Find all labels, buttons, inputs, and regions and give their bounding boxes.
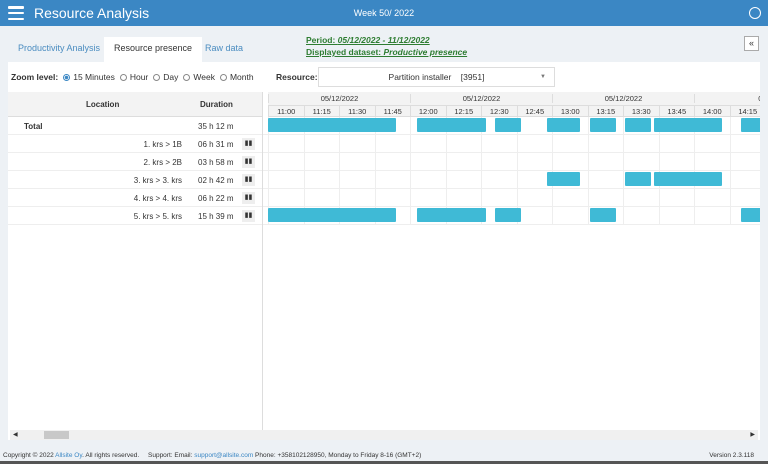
week-label: Week 50/ 2022	[353, 8, 415, 18]
time-header: 11:45	[374, 105, 410, 116]
zoom-option-label[interactable]: 15 Minutes	[73, 72, 115, 82]
date-header: 05/12/2022	[410, 94, 552, 103]
presence-bar[interactable]	[495, 118, 522, 132]
presence-bar[interactable]	[268, 208, 396, 222]
zoom-level: Zoom level: 15 Minutes Hour Day Week Month	[11, 72, 254, 82]
time-header: 12:15	[445, 105, 481, 116]
time-header: 12:30	[481, 105, 517, 116]
time-header: 12:00	[410, 105, 446, 116]
resource-select[interactable]: Partition installer [3951] ▼	[318, 67, 555, 87]
duration: 35 h 12 m	[198, 122, 234, 131]
timeline-grid	[268, 117, 760, 225]
zoom-radio[interactable]	[153, 74, 161, 81]
period-info: Period: 05/12/2022 - 11/12/2022 Displaye…	[306, 34, 467, 58]
table-header: Location Duration	[8, 92, 262, 117]
presence-bar[interactable]	[589, 208, 616, 222]
zoom-radio[interactable]	[63, 74, 71, 81]
location: Total	[24, 122, 43, 131]
user-icon[interactable]	[749, 7, 761, 19]
presence-bar[interactable]	[625, 118, 652, 132]
date-header: 05/1	[694, 94, 760, 103]
zoom-radio[interactable]	[119, 74, 127, 81]
presence-bar[interactable]	[653, 172, 723, 186]
duration: 06 h 31 m	[198, 140, 234, 149]
presence-bar[interactable]	[417, 208, 486, 222]
presence-bar[interactable]	[417, 118, 486, 132]
location: 5. krs > 5. krs	[133, 212, 182, 221]
time-header: 11:00	[268, 105, 304, 116]
location: 2. krs > 2B	[143, 158, 182, 167]
time-header: 11:15	[303, 105, 339, 116]
period-label: Period:	[306, 35, 338, 45]
time-header: 13:30	[623, 105, 659, 116]
tab-productivity-analysis[interactable]: Productivity Analysis	[8, 37, 110, 62]
app-header: Resource Analysis Week 50/ 2022	[0, 0, 768, 26]
zoom-option-label[interactable]: Day	[163, 72, 178, 82]
col-location: Location	[86, 100, 120, 109]
tab-raw-data[interactable]: Raw data	[195, 37, 253, 62]
resource-label: Resource:	[276, 72, 318, 82]
map-icon[interactable]: ▮▮	[242, 210, 255, 222]
presence-bar[interactable]	[741, 118, 760, 132]
time-header: 13:45	[658, 105, 694, 116]
location: 4. krs > 4. krs	[133, 194, 182, 203]
date-header: 05/12/2022	[268, 94, 410, 103]
zoom-radio[interactable]	[183, 74, 191, 81]
footer-copyright: Copyright © 2022 Allsite Oy. All rights …	[3, 452, 140, 459]
presence-bar[interactable]	[741, 208, 760, 222]
footer-support: Support: Email: support@allsite.com Phon…	[148, 452, 422, 459]
duration: 02 h 42 m	[198, 176, 234, 185]
time-header: 14:00	[694, 105, 730, 116]
location: 1. krs > 1B	[143, 140, 182, 149]
time-header: 11:30	[339, 105, 375, 116]
presence-bar[interactable]	[625, 172, 652, 186]
zoom-label: Zoom level:	[11, 72, 59, 82]
period-value: 05/12/2022 - 11/12/2022	[337, 35, 430, 45]
time-header: 13:15	[587, 105, 623, 116]
duration: 15 h 39 m	[198, 212, 234, 221]
zoom-radio[interactable]	[219, 74, 227, 81]
duration: 06 h 22 m	[198, 194, 234, 203]
time-header: 12:45	[516, 105, 552, 116]
dataset-label: Displayed dataset:	[306, 47, 384, 57]
presence-bar[interactable]	[589, 118, 616, 132]
chevron-down-icon: ▼	[540, 74, 546, 80]
map-icon[interactable]: ▮▮	[242, 192, 255, 204]
timeline-header: 05/12/202205/12/202205/12/202205/111:001…	[268, 92, 760, 117]
presence-bar[interactable]	[547, 118, 581, 132]
presence-bar[interactable]	[547, 172, 581, 186]
horizontal-scrollbar[interactable]: ◀ ▶	[10, 430, 758, 440]
date-header: 05/12/2022	[552, 94, 694, 103]
col-duration: Duration	[200, 100, 233, 109]
zoom-option-label[interactable]: Month	[230, 72, 254, 82]
presence-bar[interactable]	[653, 118, 723, 132]
tab-resource-presence[interactable]: Resource presence	[104, 37, 203, 62]
map-icon[interactable]: ▮▮	[242, 174, 255, 186]
scrollbar-thumb[interactable]	[44, 431, 69, 439]
map-icon[interactable]: ▮▮	[242, 138, 255, 150]
pane-divider[interactable]	[262, 92, 263, 430]
zoom-option-label[interactable]: Hour	[130, 72, 148, 82]
time-header: 13:00	[552, 105, 588, 116]
email-link[interactable]: support@allsite.com	[194, 452, 253, 459]
company-link[interactable]: Allsite Oy	[55, 452, 82, 459]
dataset-value: Productive presence	[383, 47, 468, 57]
resource-value: Partition installer [3951]	[388, 72, 485, 82]
scroll-right-icon[interactable]: ▶	[750, 431, 755, 438]
map-icon[interactable]: ▮▮	[242, 156, 255, 168]
presence-bar[interactable]	[495, 208, 522, 222]
presence-bar[interactable]	[268, 118, 396, 132]
scroll-left-icon[interactable]: ◀	[13, 431, 18, 438]
time-header: 14:15	[729, 105, 760, 116]
location: 3. krs > 3. krs	[133, 176, 182, 185]
duration: 03 h 58 m	[198, 158, 234, 167]
collapse-button[interactable]: «	[744, 36, 759, 51]
version: Version 2.3.118	[709, 452, 754, 459]
zoom-option-label[interactable]: Week	[193, 72, 215, 82]
